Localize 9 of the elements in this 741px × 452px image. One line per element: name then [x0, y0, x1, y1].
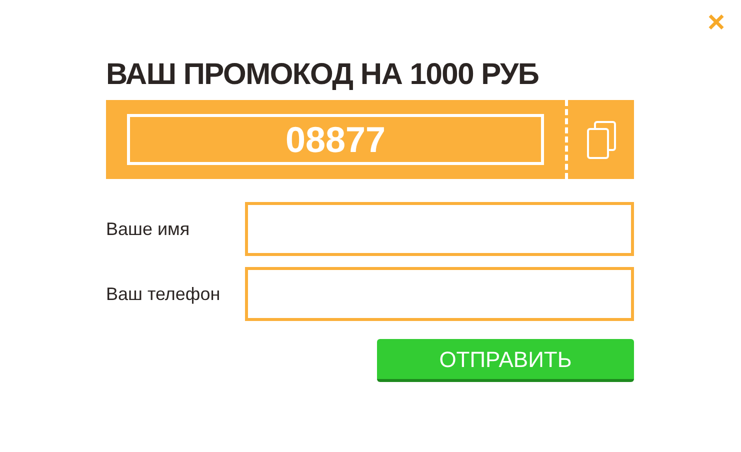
- field-label: Ваш телефон: [106, 282, 222, 306]
- input-field[interactable]: [245, 267, 634, 321]
- input-field[interactable]: [245, 202, 634, 256]
- submit-button[interactable]: ОТПРАВИТЬ: [377, 339, 634, 382]
- copy-icon[interactable]: [586, 120, 618, 160]
- field-label: Ваше имя: [106, 218, 191, 240]
- promo-title: ВАШ ПРОМОКОД НА 1000 РУБ: [106, 57, 540, 93]
- close-button[interactable]: ×: [707, 8, 725, 38]
- promo-code: 08877: [127, 114, 544, 165]
